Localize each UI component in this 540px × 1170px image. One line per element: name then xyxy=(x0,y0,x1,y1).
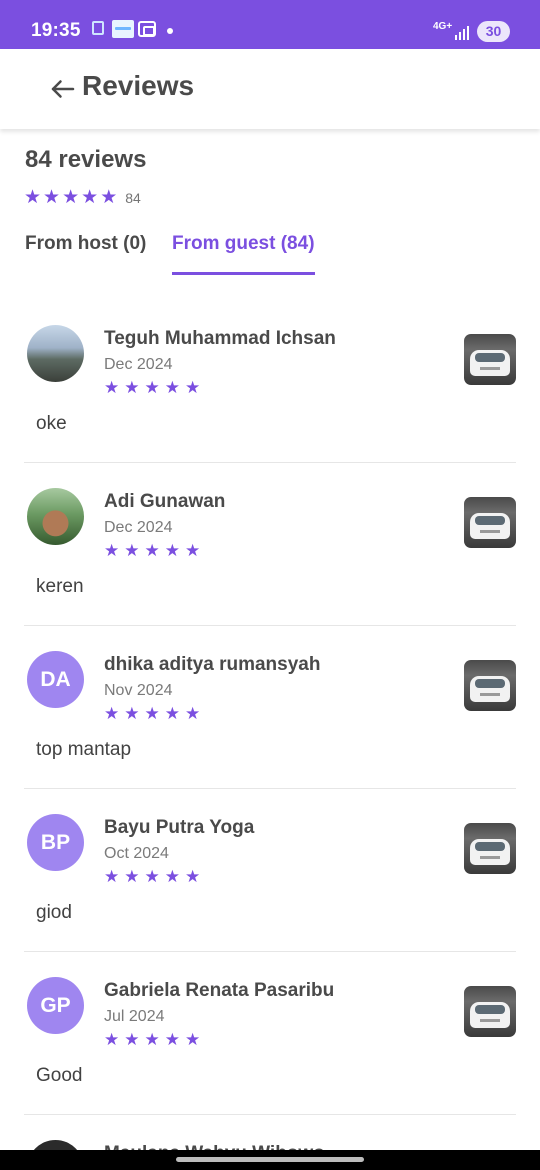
review-rating: ★ ★ ★ ★ ★ xyxy=(104,379,205,398)
star-icon: ★ xyxy=(24,186,42,208)
review-text: top mantap xyxy=(36,739,132,760)
car-thumbnail[interactable] xyxy=(464,660,516,711)
reviewer-name: Adi Gunawan xyxy=(104,491,226,512)
tab-from-host[interactable]: From host (0) xyxy=(25,233,146,275)
review-text: keren xyxy=(36,576,84,597)
star-icon: ★ xyxy=(185,378,201,398)
star-icon: ★ xyxy=(62,186,80,208)
notification-icon xyxy=(92,21,104,35)
app-header: Reviews xyxy=(0,49,540,129)
star-icon: ★ xyxy=(124,378,140,398)
star-icon: ★ xyxy=(144,704,160,724)
star-icon: ★ xyxy=(164,704,180,724)
car-thumbnail[interactable] xyxy=(464,823,516,874)
star-icon: ★ xyxy=(164,541,180,561)
reviewer-name: dhika aditya rumansyah xyxy=(104,654,321,675)
reviewer-name: Teguh Muhammad Ichsan xyxy=(104,328,336,349)
star-icon: ★ xyxy=(81,186,99,208)
app-notification-icon xyxy=(112,20,134,38)
star-icon: ★ xyxy=(185,1030,201,1050)
star-icon: ★ xyxy=(100,186,118,208)
star-icon: ★ xyxy=(164,1030,180,1050)
reviews-count: 84 reviews xyxy=(25,146,147,173)
star-icon: ★ xyxy=(104,1030,120,1050)
reviewer-name: Bayu Putra Yoga xyxy=(104,817,255,838)
more-notifications-dot-icon xyxy=(167,28,173,34)
car-thumbnail[interactable] xyxy=(464,497,516,548)
review-item: Teguh Muhammad Ichsan Dec 2024 ★ ★ ★ ★ ★ oke xyxy=(24,300,516,463)
avatar: BP xyxy=(27,814,84,871)
review-rating: ★ ★ ★ ★ ★ xyxy=(104,868,205,887)
avatar xyxy=(27,488,84,545)
rating-count: 84 xyxy=(125,189,141,206)
review-item: DA dhika aditya rumansyah Nov 2024 ★ ★ ★ ★ ★… xyxy=(24,626,516,789)
car-thumbnail[interactable] xyxy=(464,986,516,1037)
star-icon: ★ xyxy=(144,378,160,398)
star-icon: ★ xyxy=(164,378,180,398)
star-icon: ★ xyxy=(43,186,61,208)
signal-icon xyxy=(455,24,471,40)
system-nav-bar xyxy=(0,1150,540,1170)
star-icon: ★ xyxy=(144,1030,160,1050)
review-date: Jul 2024 xyxy=(104,1008,165,1025)
review-text: Good xyxy=(36,1065,83,1086)
avatar: GP xyxy=(27,977,84,1034)
review-item: BP Bayu Putra Yoga Oct 2024 ★ ★ ★ ★ ★ giod xyxy=(24,789,516,952)
star-icon: ★ xyxy=(185,704,201,724)
status-time: 19:35 xyxy=(31,20,81,41)
review-tabs: From host (0) From guest (84) xyxy=(25,233,515,277)
star-icon: ★ xyxy=(104,704,120,724)
star-icon: ★ xyxy=(124,1030,140,1050)
review-text: giod xyxy=(36,902,72,923)
tab-from-guest[interactable]: From guest (84) xyxy=(172,233,315,275)
summary-rating: ★ ★ ★ ★ ★ 84 xyxy=(24,188,141,207)
screenshot-icon xyxy=(138,21,156,37)
review-date: Dec 2024 xyxy=(104,519,173,536)
star-icon: ★ xyxy=(185,867,201,887)
network-type: 4G+ xyxy=(433,21,453,32)
arrow-left-icon xyxy=(51,80,75,98)
star-icon: ★ xyxy=(124,704,140,724)
review-date: Oct 2024 xyxy=(104,845,169,862)
status-bar: 19:35 4G+ 30 xyxy=(0,0,540,49)
car-thumbnail[interactable] xyxy=(464,334,516,385)
star-icon: ★ xyxy=(124,867,140,887)
review-rating: ★ ★ ★ ★ ★ xyxy=(104,705,205,724)
review-date: Dec 2024 xyxy=(104,356,173,373)
review-date: Nov 2024 xyxy=(104,682,173,699)
avatar: DA xyxy=(27,651,84,708)
star-icon: ★ xyxy=(104,541,120,561)
page-title: Reviews xyxy=(82,70,195,101)
star-icon: ★ xyxy=(144,867,160,887)
review-rating: ★ ★ ★ ★ ★ xyxy=(104,542,205,561)
star-icon: ★ xyxy=(104,867,120,887)
star-icon: ★ xyxy=(185,541,201,561)
review-item: GP Gabriela Renata Pasaribu Jul 2024 ★ ★ ★… xyxy=(24,952,516,1115)
review-text: oke xyxy=(36,413,67,434)
battery-indicator: 30 xyxy=(477,21,510,42)
review-list: Teguh Muhammad Ichsan Dec 2024 ★ ★ ★ ★ ★ oke… xyxy=(24,300,516,1170)
avatar xyxy=(27,325,84,382)
back-button[interactable] xyxy=(48,71,80,105)
review-item: Adi Gunawan Dec 2024 ★ ★ ★ ★ ★ keren xyxy=(24,463,516,626)
star-icon: ★ xyxy=(144,541,160,561)
home-gesture-handle[interactable] xyxy=(176,1157,364,1162)
star-icon: ★ xyxy=(164,867,180,887)
star-icon: ★ xyxy=(104,378,120,398)
reviewer-name: Gabriela Renata Pasaribu xyxy=(104,980,335,1001)
review-rating: ★ ★ ★ ★ ★ xyxy=(104,1031,205,1050)
star-icon: ★ xyxy=(124,541,140,561)
